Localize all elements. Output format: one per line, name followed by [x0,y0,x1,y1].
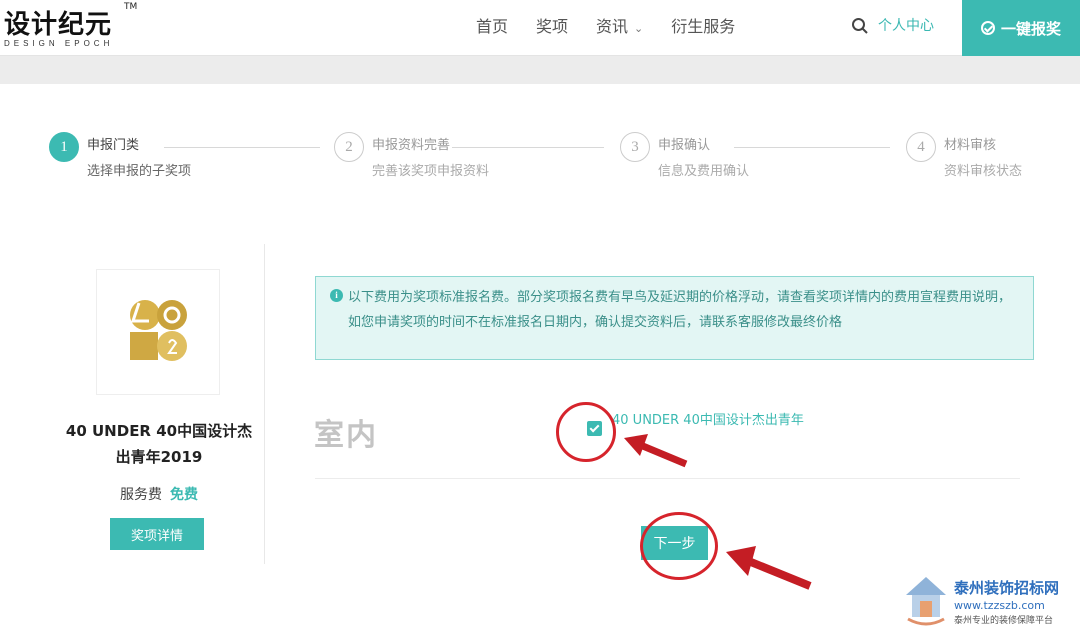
step-title: 申报门类 [87,138,140,153]
award-logo-image [130,300,187,361]
section-divider [315,478,1020,479]
annotation-arrow-icon [726,546,812,590]
step-connector [164,147,320,148]
award-title: 40 UNDER 40中国设计杰出青年2019 [65,422,253,466]
award-poster [96,269,220,395]
watermark-title: 泰州装饰招标网 [954,579,1060,597]
service-fee: 服务费 免费 [64,484,254,504]
logo-trademark: TM [124,2,138,12]
check-circle-icon [980,21,995,35]
watermark: 泰州装饰招标网 www.tzzszb.com 泰州专业的装修保障平台 [904,575,1080,635]
fee-notice: i 以下费用为奖项标准报名费。部分奖项报名费有早鸟及延迟期的价格浮动，请查看奖项… [315,276,1034,360]
main-content: 1 申报门类 选择申报的子奖项 2 申报资料完善 完善该奖项申报资料 3 申报确… [0,84,1080,635]
step-title: 申报确认 [658,138,711,153]
quick-apply-label: 一键报奖 [1000,19,1061,38]
info-icon: i [330,289,343,302]
logo-text: 设计纪元 [4,10,113,40]
step-desc: 信息及费用确认 [658,164,750,179]
step-desc: 完善该奖项申报资料 [372,164,490,179]
annotation-arrow-icon [624,434,688,468]
annotation-circle [556,402,616,462]
chevron-down-icon: ⌄ [634,22,644,35]
award-option-label[interactable]: 40 UNDER 40中国设计杰出青年 [612,412,822,429]
nav-awards[interactable]: 奖项 [536,13,568,37]
nav-news[interactable]: 资讯 ⌄ [596,13,643,37]
vertical-divider [264,244,265,564]
category-label: 室内 [314,418,378,453]
nav-home[interactable]: 首页 [476,13,508,37]
fee-label: 服务费 [120,487,162,503]
step-number: 1 [49,132,79,162]
step-desc: 选择申报的子奖项 [87,164,192,179]
personal-center-link[interactable]: 个人中心 [878,15,934,35]
nav-news-label: 资讯 [596,17,629,36]
search-icon[interactable] [851,17,869,35]
annotation-circle [640,512,718,580]
step-title: 材料审核 [944,138,997,153]
fee-value: 免费 [170,487,198,503]
step-title: 申报资料完善 [372,138,451,153]
logo[interactable]: 设计纪元 TM DESIGN EPOCH [4,2,137,48]
notice-text: 以下费用为奖项标准报名费。部分奖项报名费有早鸟及延迟期的价格浮动，请查看奖项详情… [348,290,1012,330]
quick-apply-button[interactable]: 一键报奖 [962,0,1080,56]
logo-subtitle: DESIGN EPOCH [4,39,114,48]
watermark-url: www.tzzszb.com [954,599,1045,612]
award-detail-button[interactable]: 奖项详情 [110,518,204,550]
step-number: 3 [620,132,650,162]
main-nav: 首页 奖项 资讯 ⌄ 衍生服务 [476,13,735,37]
step-connector [452,147,604,148]
step-connector [734,147,890,148]
step-desc: 资料审核状态 [944,164,1023,179]
step-number: 2 [334,132,364,162]
watermark-slogan: 泰州专业的装修保障平台 [954,616,1054,626]
nav-services[interactable]: 衍生服务 [671,13,735,37]
top-navbar: 设计纪元 TM DESIGN EPOCH 首页 奖项 资讯 ⌄ 衍生服务 个人中心… [0,0,1080,56]
step-number: 4 [906,132,936,162]
house-logo-icon [906,577,946,626]
